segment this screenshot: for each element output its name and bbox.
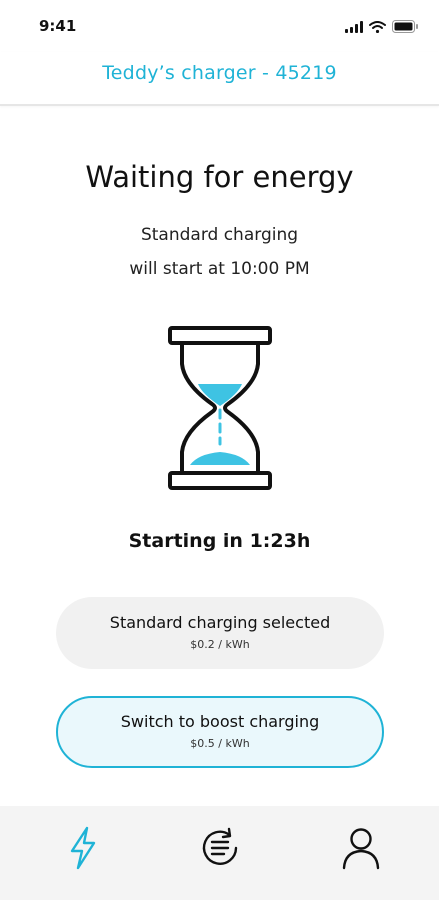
status-time: 9:41 [39,17,77,35]
page-title: Waiting for energy [85,160,354,194]
tab-bar [0,806,439,900]
standard-charging-price: $0.2 / kWh [190,638,250,651]
boost-charging-price: $0.5 / kWh [190,737,250,750]
boost-charging-label: Switch to boost charging [120,712,320,731]
charging-schedule-text: Standard charging will start at 10:00 PM [0,218,439,286]
boost-charging-button[interactable]: Switch to boost charging $0.5 / kWh [56,696,384,768]
tab-profile[interactable] [337,826,385,874]
history-refresh-icon [198,826,242,874]
standard-charging-button[interactable]: Standard charging selected $0.2 / kWh [56,597,384,669]
subtitle-line-1: Standard charging [140,225,299,245]
subtitle-line-2: will start at 10:00 PM [129,259,310,279]
lightning-icon [68,826,98,874]
charger-title: Teddy’s charger - 45219 [102,62,337,84]
status-bar: 9:41 [0,0,439,52]
hourglass-icon [168,326,272,492]
status-icons [345,18,419,37]
signal-icon [345,18,363,37]
user-icon [341,826,381,874]
wifi-icon [369,18,386,37]
battery-icon [392,18,419,37]
tab-charging[interactable] [59,826,107,874]
tab-history[interactable] [196,826,244,874]
countdown-text: Starting in 1:23h [128,530,311,552]
header: Teddy’s charger - 45219 [0,52,439,106]
standard-charging-label: Standard charging selected [109,613,331,632]
